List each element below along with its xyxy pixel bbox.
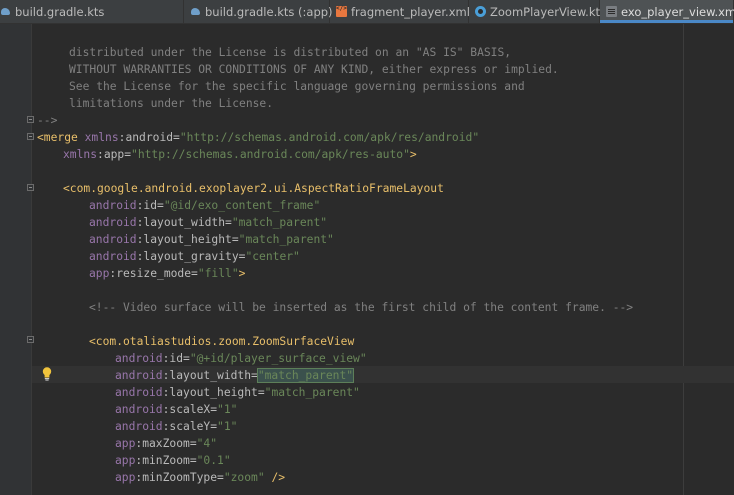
xml-namespace: xmlns (84, 131, 119, 144)
xml-attribute: :app= (97, 148, 132, 161)
xml-namespace: app (115, 471, 136, 484)
code-line: android:layout_gravity="center" (89, 248, 300, 265)
xml-value: "match_parent" (238, 233, 334, 246)
xml-bracket: /> (264, 471, 286, 484)
xml-namespace: app (115, 454, 136, 467)
xml-attribute: :id= (136, 199, 164, 212)
code-line: distributed under the License is distrib… (69, 46, 512, 59)
code-line: <com.google.android.exoplayer2.ui.Aspect… (63, 182, 444, 195)
code-line: android:id="@id/exo_content_frame" (89, 197, 320, 214)
code-line: WITHOUT WARRANTIES OR CONDITIONS OF ANY … (69, 63, 559, 76)
code-line: android:scaleY="1" (115, 418, 237, 435)
code-line: android:scaleX="1" (115, 401, 237, 418)
xml-attribute: :layout_height= (136, 233, 239, 246)
xml-attribute: :maxZoom= (135, 437, 197, 450)
code-line: app:resize_mode="fill"> (89, 265, 245, 282)
xml-value: "1" (217, 420, 238, 433)
code-line: app:maxZoom="4" (115, 435, 217, 452)
xml-namespace: app (89, 267, 110, 280)
code-line: android:layout_height="match_parent" (115, 384, 360, 401)
xml-value: "fill" (197, 267, 239, 280)
xml-namespace: android (115, 369, 163, 382)
xml-attribute: :layout_width= (162, 369, 258, 382)
xml-value: "zoom" (223, 471, 265, 484)
xml-value: "1" (217, 403, 238, 416)
xml-attribute: :resize_mode= (109, 267, 198, 280)
xml-value: "match_parent" (256, 368, 355, 383)
xml-value: "0.1" (196, 454, 231, 467)
xml-namespace: android (115, 386, 163, 399)
xml-bracket: > (409, 148, 417, 161)
code-line: android:layout_height="match_parent" (89, 231, 334, 248)
xml-namespace: android (89, 250, 137, 263)
xml-attribute: :id= (162, 352, 190, 365)
xml-namespace: xmlns (63, 148, 98, 161)
code-line: --> (37, 114, 58, 127)
xml-attribute: :scaleY= (162, 420, 218, 433)
code-line: <!-- Video surface will be inserted as t… (89, 301, 634, 314)
xml-namespace: android (115, 352, 163, 365)
xml-namespace: app (115, 437, 136, 450)
xml-namespace: android (115, 420, 163, 433)
xml-attribute: :android= (118, 131, 180, 144)
code-line: android:layout_width="match_parent" (89, 214, 327, 231)
code-line: limitations under the License. (69, 97, 274, 110)
xml-value: "match_parent" (264, 386, 360, 399)
xml-namespace: android (89, 233, 137, 246)
xml-value: "@id/exo_content_frame" (163, 199, 321, 212)
xml-value: "center" (245, 250, 300, 263)
code-line: See the License for the specific languag… (69, 80, 525, 93)
xml-tag: <merge (37, 131, 78, 144)
xml-attribute: :minZoom= (135, 454, 197, 467)
code-line: <merge xmlns:android="http://schemas.and… (37, 129, 479, 146)
xml-attribute: :layout_height= (162, 386, 265, 399)
code-line: app:minZoom="0.1" (115, 452, 231, 469)
xml-attribute: :minZoomType= (135, 471, 224, 484)
xml-namespace: android (89, 216, 137, 229)
xml-value: "http://schemas.android.com/apk/res/andr… (179, 131, 480, 144)
code-line: android:id="@+id/player_surface_view" (115, 350, 367, 367)
code-line: <com.otaliastudios.zoom.ZoomSurfaceView (89, 335, 355, 348)
xml-value: "http://schemas.android.com/apk/res-auto… (131, 148, 410, 161)
code-editor[interactable]: distributed under the License is distrib… (0, 0, 734, 495)
xml-bracket: > (238, 267, 246, 280)
code-line: xmlns:app="http://schemas.android.com/ap… (63, 146, 417, 163)
xml-value: "match_parent" (231, 216, 328, 229)
xml-attribute: :scaleX= (162, 403, 218, 416)
xml-attribute: :layout_width= (136, 216, 232, 229)
code-line: android:layout_width="match_parent" (115, 367, 355, 384)
xml-attribute: :layout_gravity= (136, 250, 246, 263)
xml-namespace: android (89, 199, 137, 212)
code-line: app:minZoomType="zoom" /> (115, 469, 285, 486)
xml-value: "@+id/player_surface_view" (189, 352, 367, 365)
xml-value: "4" (196, 437, 218, 450)
xml-namespace: android (115, 403, 163, 416)
